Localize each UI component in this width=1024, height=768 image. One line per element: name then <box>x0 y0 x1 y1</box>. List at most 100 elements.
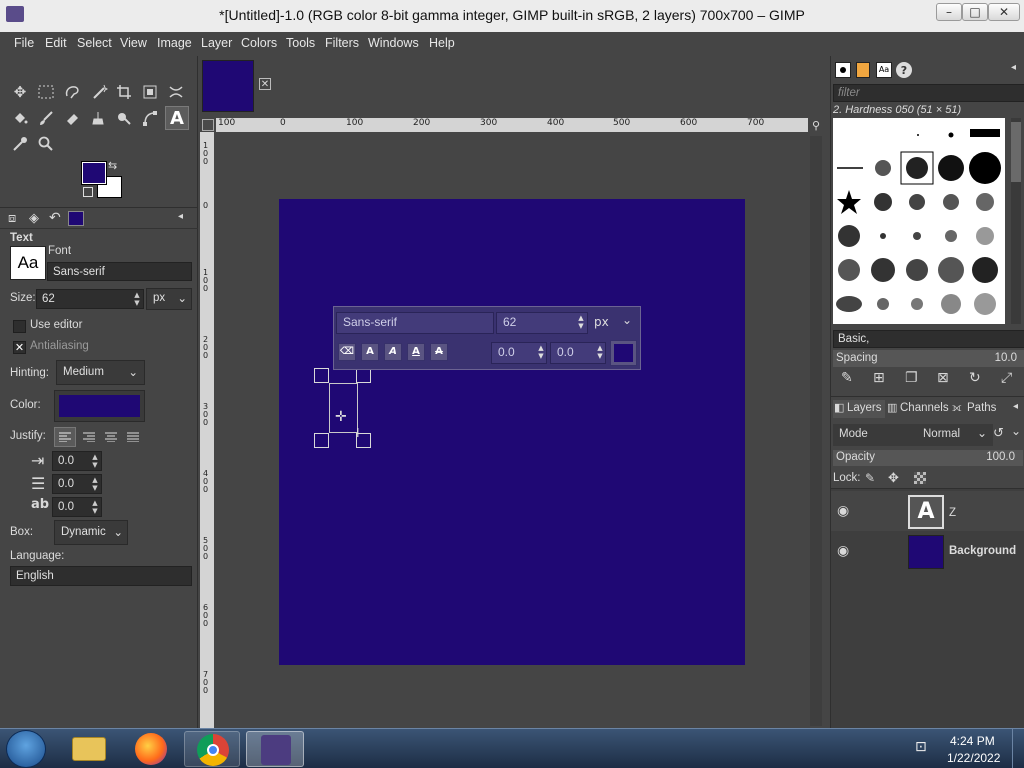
bold-button[interactable]: A <box>361 343 379 361</box>
show-desktop-button[interactable] <box>1012 729 1024 768</box>
quick-mask-toggle[interactable] <box>202 119 214 131</box>
delete-brush-icon[interactable]: ⊠ <box>937 370 949 386</box>
text-toolbar-size-spin[interactable]: ▲ ▼ <box>576 314 586 330</box>
duplicate-brush-icon[interactable]: ❐ <box>905 370 918 386</box>
move-tool-icon[interactable]: ✥ <box>9 81 31 103</box>
tab-channels[interactable]: ▥ Channels <box>886 400 951 418</box>
swap-colors-icon[interactable]: ⇆ <box>108 159 117 172</box>
image-tab-thumbnail[interactable] <box>202 60 254 112</box>
text-toolbar-color-button[interactable] <box>610 340 637 366</box>
text-box-outline[interactable] <box>329 383 358 433</box>
menu-view[interactable]: View <box>120 36 147 50</box>
text-toolbar-unit-select[interactable]: px ⌄ <box>590 313 638 333</box>
underline-button[interactable]: A <box>407 343 425 361</box>
network-icon[interactable]: ⊡ <box>915 739 927 755</box>
layer-name[interactable]: Background <box>949 545 1016 557</box>
brush-preset-select[interactable]: Basic, <box>833 330 1024 348</box>
lock-pixels-icon[interactable]: ✎ <box>865 471 875 485</box>
strikethrough-button[interactable]: A <box>430 343 448 361</box>
layer-name[interactable]: Z <box>949 507 956 519</box>
text-box-handle[interactable] <box>314 433 329 448</box>
brush-grid[interactable] <box>833 118 1005 324</box>
rect-select-tool-icon[interactable] <box>35 81 57 103</box>
clear-style-icon[interactable]: ⌫ <box>338 343 356 361</box>
warp-transform-tool-icon[interactable] <box>165 81 187 103</box>
file-explorer-icon[interactable] <box>72 737 106 761</box>
indent-spin-arrows[interactable]: ▲ ▼ <box>90 453 100 469</box>
tool-options-tab-icon[interactable]: ⧈ <box>8 211 16 226</box>
vertical-scrollbar[interactable] <box>810 136 822 726</box>
mode-reset-icon[interactable]: ↺ <box>993 426 1004 441</box>
foreground-color-swatch[interactable] <box>81 161 107 185</box>
text-box-handle[interactable] <box>314 368 329 383</box>
visibility-eye-icon[interactable]: ◉ <box>837 503 849 519</box>
opacity-bar[interactable]: Opacity 100.0 <box>833 450 1023 466</box>
lock-alpha-icon[interactable] <box>914 472 926 484</box>
edit-brush-icon[interactable]: ✎ <box>841 370 853 386</box>
refresh-brushes-icon[interactable]: ↻ <box>969 370 981 386</box>
close-button[interactable]: ✕ <box>988 3 1020 21</box>
zoom-lock-icon[interactable]: ⚲ <box>812 119 820 132</box>
tab-layers[interactable]: ◧ Layers <box>833 400 885 418</box>
crop-tool-icon[interactable] <box>113 81 135 103</box>
font-input[interactable]: Sans-serif <box>47 262 192 281</box>
start-button[interactable] <box>6 730 46 768</box>
menu-file[interactable]: File <box>14 36 34 50</box>
menu-colors[interactable]: Colors <box>241 36 277 50</box>
vertical-ruler[interactable]: 100 0 100 200 300 400 500 600 700 <box>200 132 214 728</box>
brush-filter-input[interactable]: filter <box>833 84 1024 102</box>
hinting-select[interactable]: Medium ⌄ <box>56 360 145 385</box>
horizontal-ruler[interactable]: 100 0 100 200 300 400 500 600 700 <box>216 118 808 132</box>
use-editor-checkbox[interactable] <box>13 320 26 333</box>
close-image-tab-icon[interactable]: ✕ <box>259 78 271 90</box>
text-toolbar-size-input[interactable]: 62 <box>496 312 588 334</box>
language-input[interactable]: English <box>10 566 192 586</box>
minimize-button[interactable]: – <box>936 3 962 21</box>
menu-edit[interactable]: Edit <box>45 36 67 50</box>
fuzzy-select-tool-icon[interactable] <box>89 81 111 103</box>
justify-center-button[interactable] <box>100 427 122 447</box>
firefox-icon[interactable] <box>135 733 167 765</box>
font-preview-button[interactable]: Aa <box>10 246 46 280</box>
spacing-bar[interactable]: Spacing 10.0 <box>833 350 1024 367</box>
size-spin-arrows[interactable]: ▲ ▼ <box>132 291 142 307</box>
mode-row[interactable]: Mode Normal ⌄ <box>833 424 993 446</box>
justify-left-button[interactable] <box>54 427 76 447</box>
menu-windows[interactable]: Windows <box>368 36 419 50</box>
help-icon[interactable]: ? <box>896 62 912 78</box>
line-spacing-spin-arrows[interactable]: ▲ ▼ <box>90 476 100 492</box>
text-color-button[interactable] <box>54 390 145 422</box>
kerning-spin[interactable]: ▲ ▼ <box>595 344 605 360</box>
menu-tools[interactable]: Tools <box>286 36 315 50</box>
layer-row[interactable]: ◉ A Z <box>831 491 1024 531</box>
visibility-eye-icon[interactable]: ◉ <box>837 543 849 559</box>
eraser-tool-icon[interactable] <box>61 107 83 129</box>
images-tab-icon[interactable] <box>68 211 84 226</box>
color-picker-tool-icon[interactable] <box>9 133 31 155</box>
box-select[interactable]: Dynamic ⌄ <box>54 520 128 545</box>
text-box-handle[interactable] <box>356 368 371 383</box>
brush-grid-scrollbar[interactable] <box>1011 118 1021 324</box>
configure-tab-icon[interactable]: ◂ <box>1013 401 1018 412</box>
menu-help[interactable]: Help <box>429 36 455 50</box>
bucket-fill-tool-icon[interactable] <box>9 107 31 129</box>
menu-layer[interactable]: Layer <box>201 36 232 50</box>
text-layer-thumbnail[interactable]: A <box>908 495 944 529</box>
device-status-tab-icon[interactable]: ◈ <box>29 211 39 226</box>
text-tool-icon[interactable]: A <box>165 106 189 130</box>
italic-button[interactable]: A <box>384 343 402 361</box>
menu-filters[interactable]: Filters <box>325 36 359 50</box>
size-unit-select[interactable]: px ⌄ <box>146 288 192 310</box>
default-colors-icon[interactable] <box>83 187 93 197</box>
text-toolbar-font-input[interactable]: Sans-serif <box>336 312 494 334</box>
unified-transform-tool-icon[interactable] <box>139 81 161 103</box>
configure-tab-icon[interactable]: ◂ <box>1011 62 1016 73</box>
lock-position-icon[interactable]: ✥ <box>888 471 899 486</box>
letter-spacing-spin-arrows[interactable]: ▲ ▼ <box>90 499 100 515</box>
new-brush-icon[interactable]: ⊞ <box>873 370 885 386</box>
clock-time[interactable]: 4:24 PM <box>950 734 995 748</box>
zoom-tool-icon[interactable] <box>35 133 57 155</box>
brushes-tab-icon[interactable] <box>835 62 851 78</box>
antialiasing-checkbox[interactable]: ✕ <box>13 341 26 354</box>
layer-row[interactable]: ◉ Background <box>831 533 1024 571</box>
